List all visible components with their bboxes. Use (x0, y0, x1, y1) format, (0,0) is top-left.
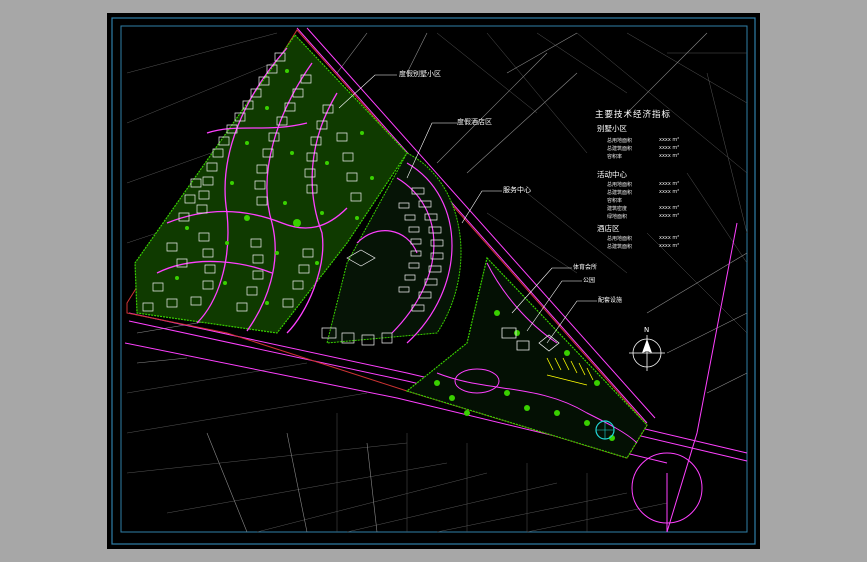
label-service-center: 服务中心 (503, 186, 531, 194)
legend-row: 总建筑面积 xxxx m² (607, 145, 707, 152)
label-villa-area: 度假别墅小区 (399, 70, 441, 78)
legend-row-key: 总建筑面积 (607, 146, 633, 152)
legend-section-heading: 别墅小区 (597, 124, 627, 133)
legend-row-key: 总用地面积 (607, 236, 633, 242)
legend-row: 建筑密度 xxxx m² (607, 205, 707, 212)
legend-row-value: xxxx m² (659, 243, 680, 249)
north-label: N (644, 326, 650, 334)
legend-row: 总用地面积 xxxx m² (607, 181, 707, 188)
legend-title: 主要技术经济指标 (595, 110, 672, 120)
legend-row-value: xxxx m² (659, 145, 680, 151)
legend-row-key: 容积率 (607, 154, 623, 160)
legend-row-value: xxxx m² (659, 213, 680, 219)
legend-row: 绿地面积 xxxx m² (607, 213, 707, 220)
legend-row: 总用地面积 xxxx m² (607, 137, 707, 144)
legend-row-value: xxxx m² (659, 153, 680, 159)
label-sports-club: 体育会所 (573, 264, 598, 271)
legend-row: 容积率 (607, 197, 707, 204)
north-arrow (629, 335, 665, 371)
legend-row-value: xxxx m² (659, 235, 680, 241)
legend-row: 总用地面积 xxxx m² (607, 235, 707, 242)
legend-row: 总建筑面积 xxxx m² (607, 243, 707, 250)
legend-row-value: xxxx m² (659, 189, 680, 195)
label-hotel: 度假酒店区 (457, 118, 492, 126)
label-amenities: 配套设施 (598, 297, 623, 304)
site-plan (111, 17, 756, 545)
legend-row-value: xxxx m² (659, 205, 680, 211)
legend-row-key: 绿地面积 (607, 214, 628, 220)
legend-row-key: 容积率 (607, 198, 623, 204)
legend-row-key: 总用地面积 (607, 138, 633, 144)
legend-section-heading: 酒店区 (597, 224, 620, 233)
legend-section-heading: 活动中心 (597, 170, 627, 179)
drawing-area: 度假别墅小区 度假酒店区 服务中心 体育会所 公园 配套设施 N 主要技术经济指… (107, 13, 760, 549)
legend-row-key: 总建筑面积 (607, 244, 633, 250)
legend-row-value: xxxx m² (659, 181, 680, 187)
legend-row: 总建筑面积 xxxx m² (607, 189, 707, 196)
legend-row-value: xxxx m² (659, 137, 680, 143)
legend-row-key: 总建筑面积 (607, 190, 633, 196)
legend-row: 容积率 xxxx m² (607, 153, 707, 160)
legend-row-key: 总用地面积 (607, 182, 633, 188)
label-park: 公园 (583, 277, 596, 284)
legend-row-key: 建筑密度 (607, 206, 628, 212)
